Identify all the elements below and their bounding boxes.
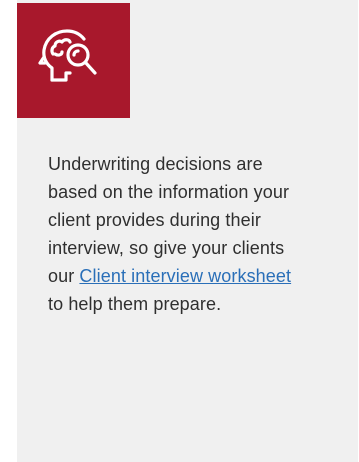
icon-tile [17, 3, 130, 118]
head-magnifier-icon [38, 29, 97, 82]
info-card: Underwriting decisions are based on the … [17, 0, 358, 462]
client-interview-worksheet-link[interactable]: Client interview worksheet [79, 266, 291, 286]
body-text-after-link: to help them prepare. [48, 294, 222, 314]
body-text: Underwriting decisions are based on the … [48, 150, 303, 318]
